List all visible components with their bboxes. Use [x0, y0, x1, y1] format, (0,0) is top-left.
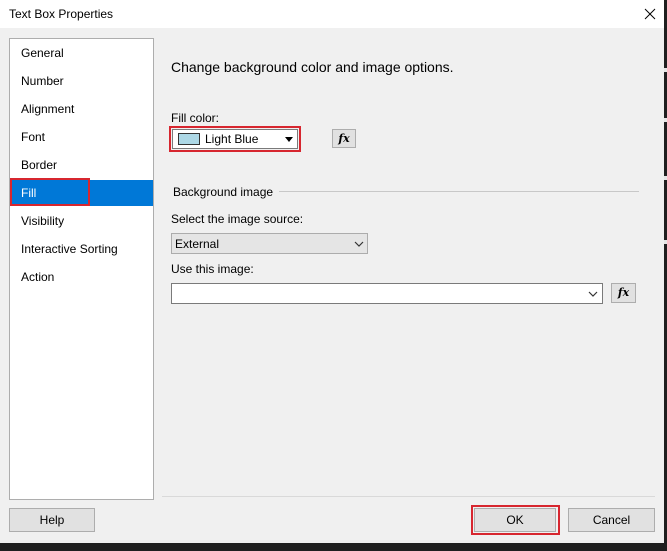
- image-source-label: Select the image source:: [171, 212, 304, 226]
- image-source-value: External: [175, 237, 220, 251]
- nav-item-number[interactable]: Number: [10, 68, 153, 94]
- nav-item-border[interactable]: Border: [10, 152, 153, 178]
- page-heading: Change background color and image option…: [171, 59, 454, 75]
- chevron-down-icon: [588, 291, 598, 297]
- fill-color-value: Light Blue: [205, 132, 259, 146]
- footer-divider: [162, 496, 655, 497]
- nav-item-visibility[interactable]: Visibility: [10, 208, 153, 234]
- use-image-expression-button[interactable]: fx: [611, 283, 636, 303]
- dropdown-arrow-icon: [285, 137, 293, 142]
- use-image-label: Use this image:: [171, 262, 254, 276]
- cancel-button[interactable]: Cancel: [568, 508, 655, 532]
- window-title: Text Box Properties: [9, 7, 114, 21]
- close-icon[interactable]: [640, 4, 660, 24]
- category-list: General Number Alignment Font Border Fil…: [9, 38, 154, 500]
- color-swatch: [178, 133, 200, 145]
- nav-item-alignment[interactable]: Alignment: [10, 96, 153, 122]
- title-bar: Text Box Properties: [0, 0, 667, 28]
- chevron-down-icon: [354, 241, 364, 247]
- background-image-group-label: Background image: [173, 185, 274, 199]
- use-image-combobox[interactable]: [171, 283, 603, 304]
- desktop-edge-bottom: [0, 543, 667, 551]
- ok-button[interactable]: OK: [474, 508, 556, 532]
- nav-item-general[interactable]: General: [10, 40, 153, 66]
- nav-item-action[interactable]: Action: [10, 264, 153, 290]
- help-button[interactable]: Help: [9, 508, 95, 532]
- nav-item-interactive-sorting[interactable]: Interactive Sorting: [10, 236, 153, 262]
- fill-color-label: Fill color:: [171, 111, 220, 125]
- fill-color-dropdown[interactable]: Light Blue: [172, 129, 298, 149]
- nav-item-font[interactable]: Font: [10, 124, 153, 150]
- fill-color-expression-button[interactable]: fx: [332, 129, 356, 148]
- nav-item-fill[interactable]: Fill: [10, 180, 153, 206]
- group-divider: [279, 191, 639, 192]
- image-source-dropdown[interactable]: External: [171, 233, 368, 254]
